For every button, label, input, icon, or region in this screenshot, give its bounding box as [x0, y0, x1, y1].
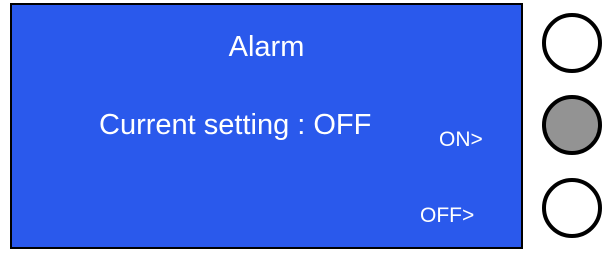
screen-title: Alarm — [228, 31, 305, 63]
off-button[interactable] — [542, 178, 602, 238]
current-setting-text: Current setting : OFF — [99, 109, 372, 141]
top-button[interactable] — [542, 13, 602, 73]
on-option-label: ON> — [439, 128, 483, 151]
on-button[interactable] — [542, 95, 602, 155]
off-option-label: OFF> — [420, 204, 475, 227]
alarm-display-screen: Alarm Current setting : OFF ON> OFF> — [10, 3, 523, 249]
